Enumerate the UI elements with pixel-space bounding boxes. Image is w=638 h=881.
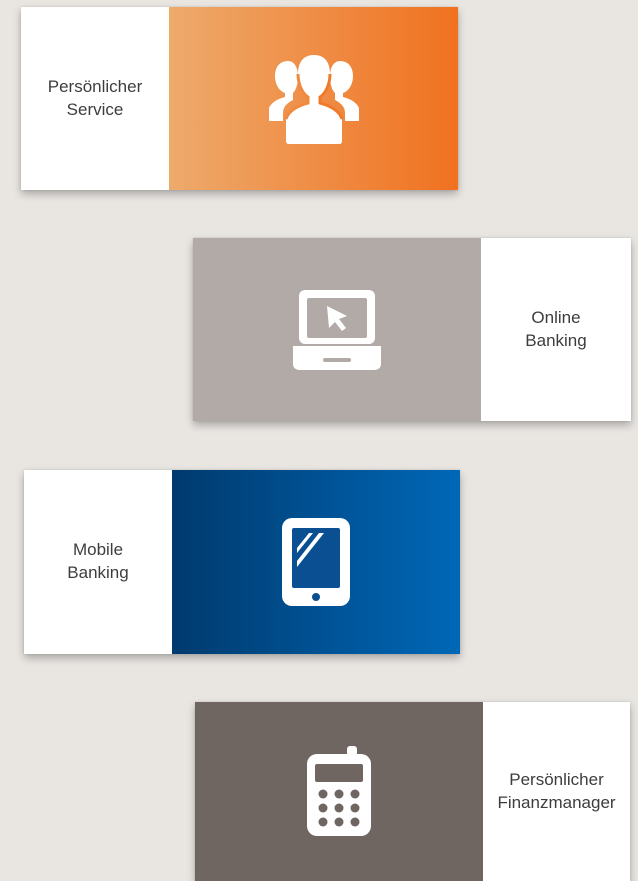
tile-persoenlicher-service[interactable]: Persönlicher Service bbox=[21, 7, 458, 190]
tile-icon-panel bbox=[195, 702, 483, 881]
tile-icon-panel bbox=[172, 470, 460, 654]
tile-label-line1: Persönlicher bbox=[509, 769, 604, 789]
tile-label-line1: Mobile bbox=[72, 540, 124, 560]
tile-label-line2: Banking bbox=[67, 563, 129, 582]
tile-icon-panel bbox=[193, 238, 481, 421]
tablet-icon bbox=[282, 518, 350, 606]
tile-label-line1: Online bbox=[531, 307, 581, 327]
tile-finanzmanager[interactable]: Persönlicher Finanzmanager bbox=[195, 702, 630, 881]
users-group-icon bbox=[268, 54, 359, 144]
calculator-icon bbox=[307, 745, 371, 836]
tile-label-line2: Service bbox=[66, 99, 124, 119]
tile-label-line1: Persönlicher bbox=[47, 76, 143, 96]
tile-online-banking[interactable]: Online Banking bbox=[193, 238, 631, 421]
laptop-cursor-icon bbox=[293, 289, 381, 370]
tile-mobile-banking[interactable]: Mobile Banking bbox=[24, 470, 460, 654]
tile-icon-panel bbox=[169, 7, 458, 190]
tile-label: Online Banking bbox=[481, 238, 631, 421]
tile-label: Persönlicher Finanzmanager bbox=[483, 702, 630, 881]
tile-label: Mobile Banking bbox=[24, 470, 172, 654]
tile-label: Persönlicher Service bbox=[21, 7, 169, 190]
tile-label-line2: Banking bbox=[525, 330, 587, 350]
tile-label-line2: Finanzmanager bbox=[497, 792, 616, 812]
